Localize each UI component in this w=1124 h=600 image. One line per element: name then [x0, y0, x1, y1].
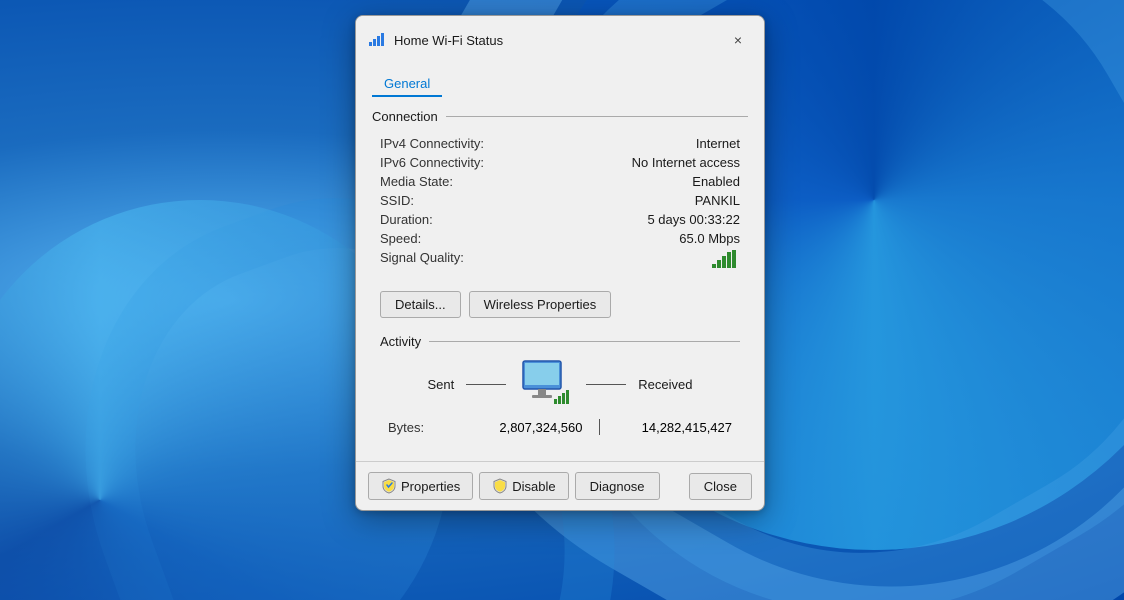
bytes-received: 14,282,415,427: [608, 420, 733, 435]
duration-value: 5 days 00:33:22: [647, 212, 740, 227]
activity-area: Activity Sent: [372, 326, 748, 445]
ipv6-value: No Internet access: [632, 155, 740, 170]
details-button[interactable]: Details...: [380, 291, 461, 318]
dialog-title: Home Wi-Fi Status: [394, 33, 503, 48]
connection-label: Connection: [372, 109, 438, 124]
media-state-row: Media State: Enabled: [372, 172, 748, 191]
media-state-value: Enabled: [692, 174, 740, 189]
bottom-left-buttons: Properties Disable Diagnose: [368, 472, 660, 500]
properties-button[interactable]: Properties: [368, 472, 473, 500]
disable-button[interactable]: Disable: [479, 472, 568, 500]
wireless-properties-button[interactable]: Wireless Properties: [469, 291, 612, 318]
speed-value: 65.0 Mbps: [679, 231, 740, 246]
ipv6-label: IPv6 Connectivity:: [380, 155, 484, 170]
ssid-label: SSID:: [380, 193, 414, 208]
activity-label: Activity: [380, 334, 421, 349]
computer-activity-icon: [518, 359, 574, 409]
dialog-body: General Connection IPv4 Connectivity: In…: [356, 62, 764, 457]
wifi-icon: [368, 29, 386, 52]
close-button[interactable]: Close: [689, 473, 752, 500]
activity-section-header: Activity: [380, 334, 740, 349]
bytes-sent: 2,807,324,560: [458, 420, 591, 435]
bytes-label: Bytes:: [388, 420, 458, 435]
properties-shield-icon: [381, 478, 397, 494]
sent-label: Sent: [428, 377, 455, 392]
ssid-row: SSID: PANKIL: [372, 191, 748, 210]
bytes-divider: [599, 419, 600, 435]
close-title-button[interactable]: ×: [724, 26, 752, 54]
disable-shield-icon: [492, 478, 508, 494]
ssid-value: PANKIL: [695, 193, 740, 208]
activity-divider: [429, 341, 740, 342]
signal-value: [712, 250, 740, 271]
signal-label: Signal Quality:: [380, 250, 464, 271]
bytes-row: Bytes: 2,807,324,560 14,282,415,427: [380, 417, 740, 437]
connection-info-table: IPv4 Connectivity: Internet IPv6 Connect…: [372, 134, 748, 273]
received-line: [586, 384, 626, 385]
ipv4-value: Internet: [696, 136, 740, 151]
activity-center: Sent: [380, 359, 740, 409]
properties-label: Properties: [401, 479, 460, 494]
sent-line: [466, 384, 506, 385]
wifi-status-dialog: Home Wi-Fi Status × General Connection I…: [355, 15, 765, 511]
ipv6-row: IPv6 Connectivity: No Internet access: [372, 153, 748, 172]
duration-row: Duration: 5 days 00:33:22: [372, 210, 748, 229]
media-state-label: Media State:: [380, 174, 453, 189]
speed-row: Speed: 65.0 Mbps: [372, 229, 748, 248]
title-left: Home Wi-Fi Status: [368, 29, 503, 52]
title-bar: Home Wi-Fi Status ×: [356, 16, 764, 62]
connection-section-header: Connection: [372, 109, 748, 124]
ipv4-label: IPv4 Connectivity:: [380, 136, 484, 151]
diagnose-button[interactable]: Diagnose: [575, 472, 660, 500]
tab-general[interactable]: General: [372, 72, 442, 97]
duration-label: Duration:: [380, 212, 433, 227]
tab-bar: General: [372, 66, 748, 105]
speed-label: Speed:: [380, 231, 421, 246]
bottom-section: Properties Disable Diagnose Close: [356, 461, 764, 510]
signal-row: Signal Quality:: [372, 248, 748, 273]
disable-label: Disable: [512, 479, 555, 494]
received-label: Received: [638, 377, 692, 392]
connection-buttons: Details... Wireless Properties: [372, 285, 748, 326]
connection-divider: [446, 116, 748, 117]
ipv4-row: IPv4 Connectivity: Internet: [372, 134, 748, 153]
